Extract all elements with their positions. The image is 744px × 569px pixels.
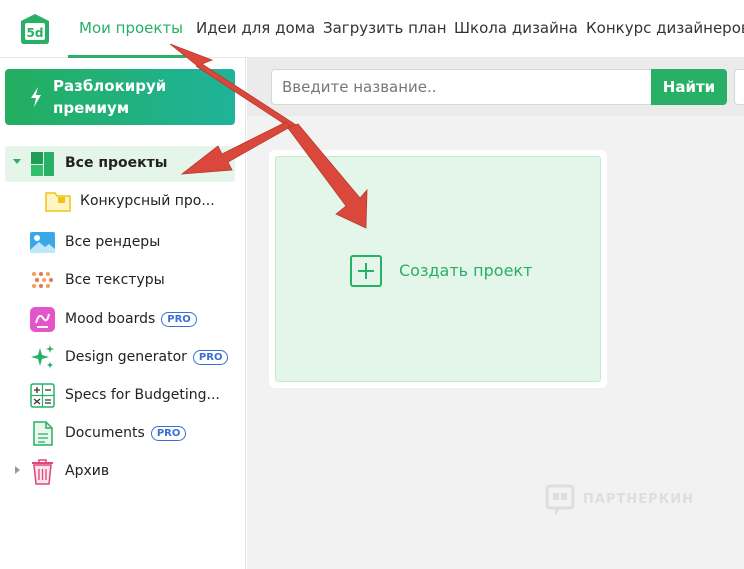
textures-icon bbox=[32, 272, 53, 288]
logo-5d-icon[interactable]: 5d bbox=[19, 13, 51, 45]
create-project-card[interactable]: Создать проект bbox=[269, 150, 607, 388]
sidebar-item-text: Mood boards bbox=[65, 311, 156, 327]
premium-label-line2: премиум bbox=[53, 99, 130, 117]
pro-badge: PRO bbox=[161, 312, 197, 327]
watermark: ПАРТНЕРКИН bbox=[545, 484, 705, 520]
lightning-icon bbox=[31, 87, 41, 107]
project-search-input[interactable] bbox=[271, 69, 652, 105]
main-content: Найти Создать проект ПАРТНЕРКИН bbox=[247, 58, 744, 569]
sidebar-item-documents[interactable]: Documents PRO bbox=[5, 416, 235, 452]
renders-icon bbox=[30, 232, 55, 253]
sidebar-item-all-textures[interactable]: Все текстуры bbox=[5, 263, 235, 299]
nav-design-school[interactable]: Школа дизайна bbox=[454, 19, 578, 37]
sidebar-item-label: Все проекты bbox=[65, 155, 168, 171]
sidebar-item-label: Все рендеры bbox=[65, 234, 161, 250]
watermark-logo-icon bbox=[545, 484, 575, 516]
document-icon bbox=[33, 421, 53, 446]
calculator-icon bbox=[30, 383, 55, 408]
nav-designer-contest[interactable]: Конкурс дизайнеров bbox=[586, 19, 744, 37]
trash-icon bbox=[32, 459, 53, 485]
all-projects-icon bbox=[31, 152, 54, 176]
filter-button[interactable] bbox=[734, 69, 744, 105]
folder-icon bbox=[45, 192, 71, 212]
expand-caret-icon[interactable] bbox=[13, 159, 21, 164]
search-bar: Найти bbox=[247, 58, 744, 116]
sidebar-item-label: Documents PRO bbox=[65, 425, 187, 441]
sidebar-item-text: Documents bbox=[65, 425, 145, 441]
search-button[interactable]: Найти bbox=[651, 69, 727, 105]
pro-badge: PRO bbox=[192, 350, 229, 365]
sidebar-item-label: Specs for Budgeting... bbox=[65, 387, 220, 403]
sidebar-item-all-projects[interactable]: Все проекты bbox=[5, 146, 235, 182]
sidebar-item-specs-budgeting[interactable]: Specs for Budgeting... bbox=[5, 378, 235, 414]
sidebar-item-mood-boards[interactable]: Mood boards PRO bbox=[5, 302, 235, 338]
logo-text: 5d bbox=[27, 26, 44, 40]
plus-icon[interactable] bbox=[350, 255, 382, 287]
nav-my-projects[interactable]: Мои проекты bbox=[79, 19, 183, 37]
nav-upload-plan[interactable]: Загрузить план bbox=[323, 19, 447, 37]
create-project-label: Создать проект bbox=[399, 261, 533, 280]
sidebar-item-label: Все текстуры bbox=[65, 272, 165, 288]
sidebar-item-label: Конкурсный про... bbox=[80, 193, 215, 209]
sidebar-item-label: Design generator PRO bbox=[65, 349, 229, 365]
create-project-area[interactable]: Создать проект bbox=[275, 156, 601, 382]
sidebar-item-all-renders[interactable]: Все рендеры bbox=[5, 225, 235, 261]
sidebar: Разблокируй премиум Все проекты Конкурсн… bbox=[0, 58, 246, 569]
sidebar-item-label: Архив bbox=[65, 463, 110, 479]
unlock-premium-button[interactable]: Разблокируй премиум bbox=[5, 69, 235, 125]
nav-home-ideas[interactable]: Идеи для дома bbox=[196, 19, 315, 37]
sidebar-item-label: Mood boards PRO bbox=[65, 311, 197, 327]
premium-label-line1: Разблокируй bbox=[53, 77, 167, 95]
watermark-text: ПАРТНЕРКИН bbox=[583, 492, 695, 507]
expand-caret-icon[interactable] bbox=[15, 466, 20, 474]
sidebar-item-design-generator[interactable]: Design generator PRO bbox=[5, 340, 235, 376]
sidebar-item-archive[interactable]: Архив bbox=[5, 454, 235, 490]
sparkle-icon bbox=[31, 345, 54, 368]
top-navigation: 5d Мои проекты Идеи для дома Загрузить п… bbox=[0, 0, 744, 58]
sidebar-item-contest-project[interactable]: Конкурсный про... bbox=[5, 184, 235, 220]
pro-badge: PRO bbox=[150, 426, 187, 441]
mood-boards-icon bbox=[30, 307, 55, 332]
sidebar-item-text: Design generator bbox=[65, 349, 187, 365]
